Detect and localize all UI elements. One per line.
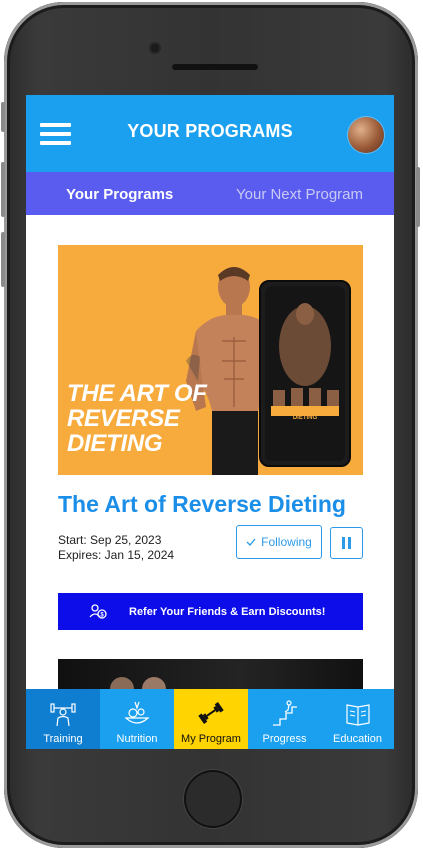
tab-your-next-program[interactable]: Your Next Program	[236, 172, 363, 215]
pause-button[interactable]	[330, 527, 363, 559]
program-title[interactable]: The Art of Reverse Dieting	[58, 491, 346, 518]
mockup-title: THE ART OF REVERSE DIETING	[271, 409, 339, 421]
page-title: YOUR PROGRAMS	[127, 121, 293, 141]
tab-your-programs[interactable]: Your Programs	[66, 172, 173, 215]
refer-friends-button[interactable]: $ Refer Your Friends & Earn Discounts!	[58, 593, 363, 630]
refer-label: Refer Your Friends & Earn Discounts!	[129, 605, 326, 618]
pause-icon-bar	[348, 537, 351, 549]
nav-education[interactable]: Education	[321, 689, 394, 749]
dumbbell-icon	[198, 702, 224, 724]
app-header: YOUR PROGRAMS	[26, 95, 394, 172]
mockup-screen-art	[265, 286, 345, 461]
program-list: THE ART OF REVERSE DIETING THE ART OF RE…	[26, 215, 394, 699]
start-date: Start: Sep 25, 2023	[58, 533, 162, 547]
nav-training[interactable]: Training	[26, 689, 100, 749]
stairs-progress-icon	[272, 700, 297, 726]
nav-progress[interactable]: Progress	[248, 689, 321, 749]
banner-line-3: DIETING	[67, 430, 163, 457]
following-button[interactable]: Following	[236, 525, 322, 559]
bottom-navigation: Training Nutrition My Program Progress E…	[26, 689, 394, 749]
banner-line-1: THE ART OF	[67, 380, 207, 407]
power-button	[416, 167, 420, 227]
nav-nutrition-label: Nutrition	[116, 733, 158, 745]
dumbbell-lift-icon	[50, 703, 76, 727]
earpiece-speaker	[172, 64, 258, 70]
food-icon	[124, 701, 150, 724]
expire-date: Expires: Jan 15, 2024	[58, 548, 175, 562]
nav-my-program-label: My Program	[181, 733, 241, 745]
volume-down-button	[1, 232, 5, 287]
banner-line-2: REVERSE	[67, 405, 180, 432]
nav-my-program[interactable]: My Program	[174, 689, 248, 749]
pause-icon	[342, 537, 345, 549]
following-label: Following	[261, 535, 312, 549]
app-screen: YOUR PROGRAMS Your Programs Your Next Pr…	[26, 95, 394, 749]
avatar[interactable]	[348, 117, 384, 153]
volume-up-button	[1, 162, 5, 217]
nav-progress-label: Progress	[262, 733, 307, 745]
mockup-phone: THE ART OF REVERSE DIETING	[259, 280, 351, 467]
banner-headline: THE ART OF REVERSE DIETING	[67, 381, 207, 456]
home-button[interactable]	[184, 770, 242, 828]
mockup-screen: THE ART OF REVERSE DIETING	[265, 286, 345, 461]
program-tabs: Your Programs Your Next Program	[26, 172, 394, 215]
nav-education-label: Education	[333, 733, 382, 745]
volume-button	[1, 102, 5, 132]
program-dates: Start: Sep 25, 2023 Expires: Jan 15, 202…	[58, 533, 174, 563]
program-banner-image[interactable]: THE ART OF REVERSE DIETING THE ART OF RE…	[58, 245, 363, 475]
front-camera	[151, 44, 159, 52]
check-icon	[246, 538, 256, 546]
book-icon	[345, 704, 370, 726]
refer-users-icon: $	[89, 603, 107, 619]
nav-nutrition[interactable]: Nutrition	[100, 689, 174, 749]
nav-training-label: Training	[43, 733, 83, 745]
